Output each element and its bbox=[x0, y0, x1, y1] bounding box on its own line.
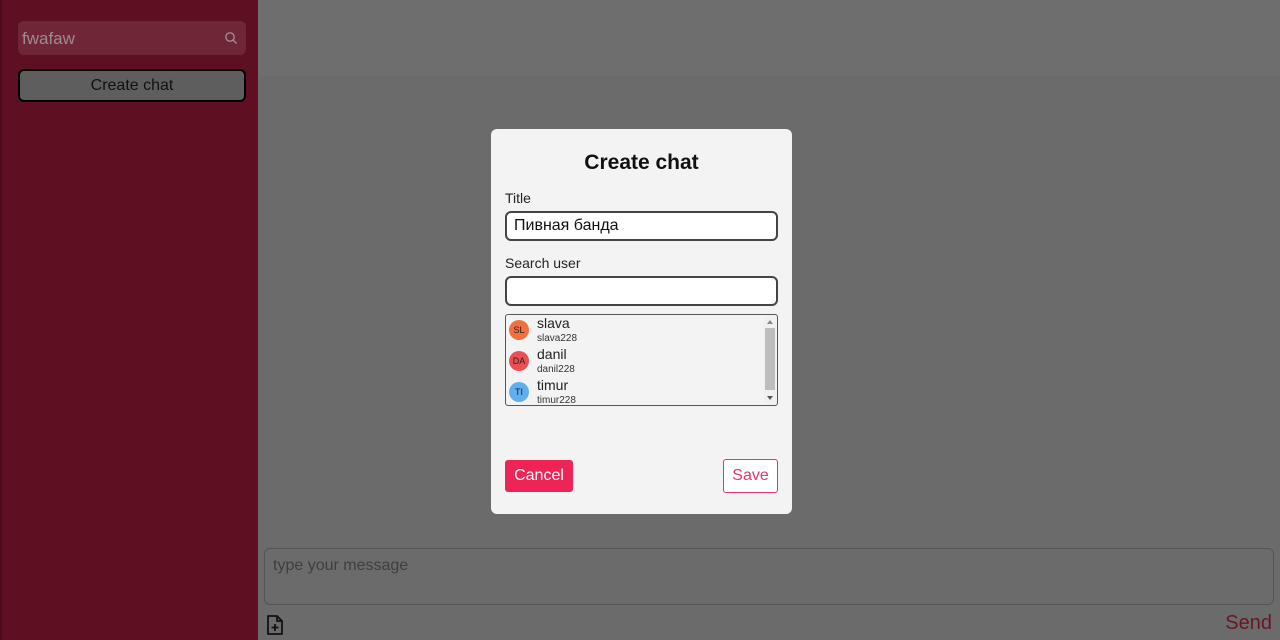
user-list[interactable]: SL slava slava228 DA danil danil228 TI t… bbox=[505, 314, 778, 406]
user-login: timur228 bbox=[537, 395, 576, 406]
create-chat-modal: Create chat Title Пивная банда Search us… bbox=[491, 129, 792, 514]
search-icon[interactable] bbox=[224, 31, 238, 45]
user-login: danil228 bbox=[537, 364, 575, 375]
cancel-button[interactable]: Cancel bbox=[505, 460, 573, 492]
file-plus-icon[interactable] bbox=[265, 614, 285, 636]
scrollbar-thumb[interactable] bbox=[765, 328, 775, 390]
scroll-down-arrow-icon[interactable] bbox=[767, 396, 773, 400]
user-list-scrollbar[interactable] bbox=[764, 316, 776, 404]
user-name: danil bbox=[537, 346, 567, 362]
send-button[interactable]: Send bbox=[1225, 612, 1272, 635]
avatar: DA bbox=[509, 351, 529, 371]
search-user-input[interactable] bbox=[505, 276, 778, 306]
avatar: SL bbox=[509, 320, 529, 340]
modal-title: Create chat bbox=[584, 151, 699, 174]
message-input[interactable]: type your message bbox=[264, 548, 1274, 605]
chat-header bbox=[258, 0, 1280, 76]
title-input[interactable]: Пивная банда bbox=[505, 211, 778, 241]
chat-search-value: fwafaw bbox=[22, 29, 75, 48]
title-label: Title bbox=[505, 190, 531, 206]
save-button[interactable]: Save bbox=[723, 459, 778, 493]
list-item[interactable]: DA danil danil228 bbox=[509, 346, 759, 377]
chat-search-input[interactable]: fwafaw bbox=[18, 21, 246, 55]
user-login: slava228 bbox=[537, 333, 578, 344]
list-item[interactable]: TI timur timur228 bbox=[509, 377, 759, 406]
list-item[interactable]: SL slava slava228 bbox=[509, 315, 759, 346]
create-chat-button[interactable]: Create chat bbox=[18, 69, 246, 102]
search-user-label: Search user bbox=[505, 255, 581, 271]
user-name: slava bbox=[537, 315, 570, 331]
avatar: TI bbox=[509, 382, 529, 402]
user-name: timur bbox=[537, 377, 569, 393]
message-composer: type your message Send bbox=[258, 538, 1280, 640]
sidebar: fwafaw Create chat bbox=[0, 0, 258, 640]
scroll-up-arrow-icon[interactable] bbox=[767, 320, 773, 324]
